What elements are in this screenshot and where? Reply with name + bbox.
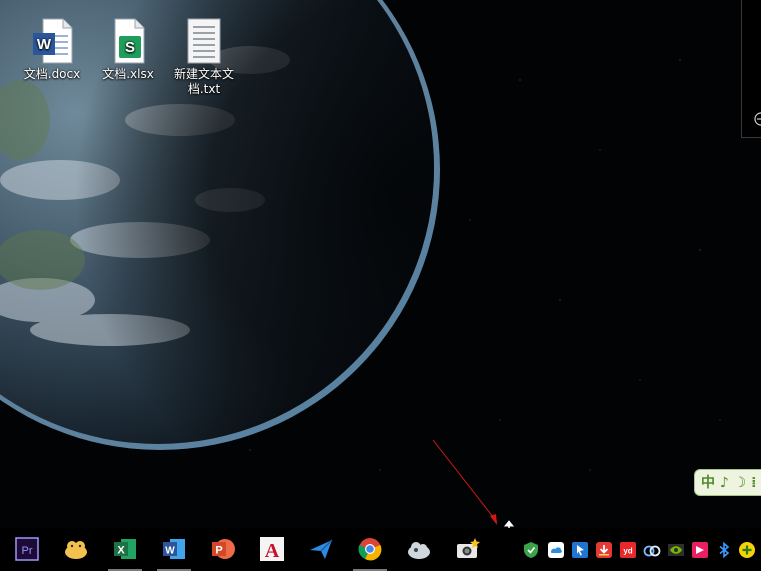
taskbar-premiere-pro[interactable]: Pr bbox=[6, 528, 48, 571]
desktop-wallpaper bbox=[0, 0, 761, 571]
svg-text:S: S bbox=[125, 39, 135, 56]
text-document-icon bbox=[187, 18, 221, 64]
svg-text:W: W bbox=[165, 546, 175, 557]
taskbar-excel[interactable]: X bbox=[104, 528, 146, 571]
taskbar-chrome[interactable] bbox=[349, 528, 391, 571]
svg-text:A: A bbox=[265, 540, 280, 561]
cloud-app-icon bbox=[408, 542, 430, 559]
youdao-icon[interactable]: yd bbox=[619, 541, 637, 559]
ime-status-bar[interactable]: 中 ♪ ☽ ⁞ bbox=[694, 469, 761, 496]
shield-icon[interactable] bbox=[522, 541, 540, 559]
taskbar-cloud-app[interactable] bbox=[398, 528, 440, 571]
premiere-pro-icon: Pr bbox=[15, 537, 39, 561]
svg-text:W: W bbox=[37, 36, 52, 53]
powerpoint-icon: P bbox=[212, 539, 235, 559]
spreadsheet-document-icon: S bbox=[114, 18, 145, 64]
add-icon[interactable] bbox=[738, 541, 756, 559]
desktop-icon-label: 文档.docx bbox=[23, 67, 81, 81]
cloud-sync-icon[interactable] bbox=[547, 541, 565, 559]
nvidia-icon[interactable] bbox=[667, 541, 685, 559]
svg-text:X: X bbox=[117, 545, 125, 557]
download-icon[interactable] bbox=[595, 541, 613, 559]
chrome-icon bbox=[358, 538, 382, 561]
desktop-icon-label: 新建文本文档.txt bbox=[173, 67, 234, 96]
taskbar: Pr X W P A yd bbox=[0, 528, 761, 571]
taskbar-chat-bird[interactable] bbox=[55, 528, 97, 571]
autocad-icon: A bbox=[260, 537, 284, 561]
red-app-icon[interactable] bbox=[691, 541, 709, 559]
camera-app-icon bbox=[457, 538, 480, 558]
taskbar-autocad[interactable]: A bbox=[251, 528, 293, 571]
desktop-icon-docx[interactable]: W 文档.docx bbox=[14, 18, 90, 82]
pin-icon[interactable] bbox=[571, 541, 589, 559]
desktop-icon-txt[interactable]: 新建文本文档.txt bbox=[166, 18, 242, 97]
desktop-icon-label: 文档.xlsx bbox=[102, 67, 154, 81]
excel-icon: X bbox=[114, 539, 136, 559]
taskbar-camera-app[interactable] bbox=[447, 528, 489, 571]
send-arrow-icon bbox=[310, 539, 333, 559]
word-icon: W bbox=[163, 539, 185, 559]
svg-text:P: P bbox=[215, 545, 222, 557]
svg-text:Pr: Pr bbox=[22, 545, 33, 557]
side-panel bbox=[741, 0, 761, 138]
word-document-icon: W bbox=[33, 18, 73, 64]
svg-text:yd: yd bbox=[623, 547, 632, 556]
bluetooth-icon[interactable] bbox=[715, 541, 733, 559]
taskbar-send-arrow[interactable] bbox=[300, 528, 342, 571]
chat-bird-icon bbox=[65, 541, 87, 559]
clock-icon bbox=[754, 112, 761, 126]
taskbar-powerpoint[interactable]: P bbox=[202, 528, 244, 571]
network-share-icon[interactable] bbox=[643, 541, 661, 559]
taskbar-word[interactable]: W bbox=[153, 528, 195, 571]
desktop-icon-xlsx[interactable]: S 文档.xlsx bbox=[90, 18, 166, 82]
